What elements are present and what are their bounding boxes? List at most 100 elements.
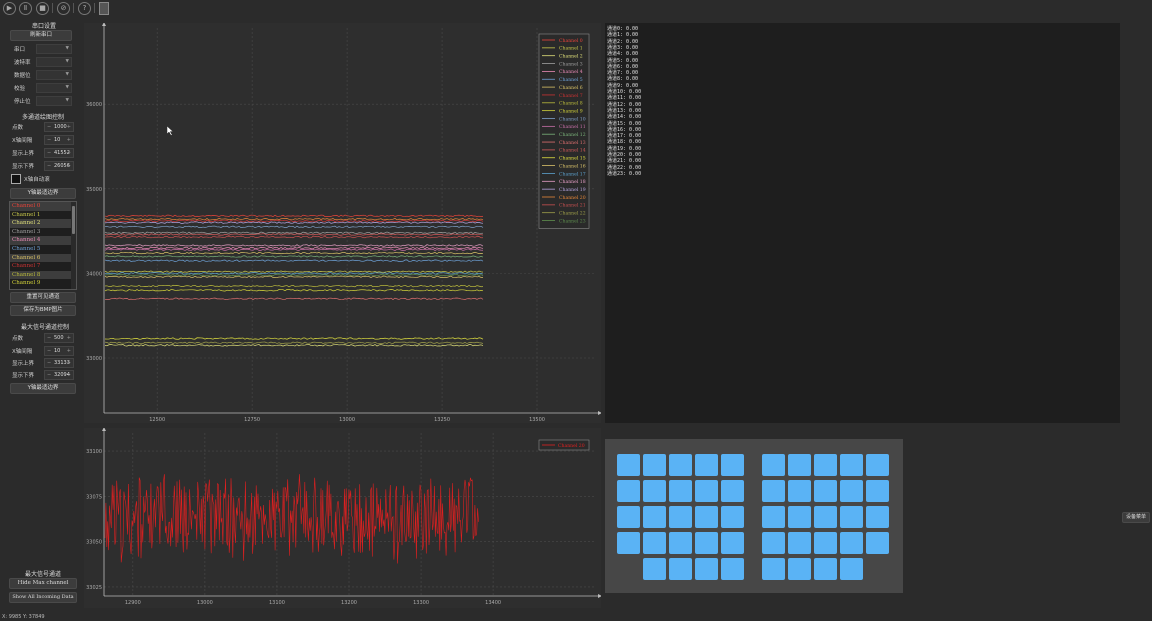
- sensor-key[interactable]: [840, 558, 863, 580]
- max-points-spinbox[interactable]: −500 +: [44, 333, 74, 343]
- sensor-key[interactable]: [669, 532, 692, 554]
- sensor-key[interactable]: [695, 558, 718, 580]
- sensor-key[interactable]: [617, 532, 640, 554]
- sensor-key[interactable]: [788, 454, 811, 476]
- toolbar-separator: [73, 3, 74, 13]
- sensor-key[interactable]: [669, 480, 692, 502]
- sensor-key[interactable]: [814, 506, 837, 528]
- sensor-key[interactable]: [617, 454, 640, 476]
- y-tick-label: 33050: [86, 540, 102, 546]
- sensor-key[interactable]: [643, 506, 666, 528]
- stopbits-select[interactable]: ▼: [36, 96, 72, 106]
- list-item[interactable]: Channel 3: [10, 228, 76, 237]
- sensor-key[interactable]: [695, 506, 718, 528]
- sensor-key[interactable]: [643, 558, 666, 580]
- sensor-key[interactable]: [721, 506, 744, 528]
- sensor-key[interactable]: [866, 506, 889, 528]
- points-spinbox[interactable]: −1000 +: [44, 122, 74, 132]
- parity-select[interactable]: ▼: [36, 83, 72, 93]
- list-item[interactable]: Channel 5: [10, 245, 76, 254]
- stop-icon[interactable]: ■: [36, 2, 49, 15]
- document-icon[interactable]: [99, 2, 109, 15]
- legend-entry: Channel 15: [559, 156, 586, 162]
- sensor-key[interactable]: [788, 480, 811, 502]
- parity-label: 校验: [14, 86, 26, 92]
- list-item[interactable]: Channel 4: [10, 236, 76, 245]
- baud-select[interactable]: ▼: [36, 57, 72, 67]
- sensor-key[interactable]: [695, 480, 718, 502]
- sensor-key[interactable]: [762, 480, 785, 502]
- sensor-key[interactable]: [721, 454, 744, 476]
- sensor-key[interactable]: [721, 480, 744, 502]
- databits-select[interactable]: ▼: [36, 70, 72, 80]
- sensor-key[interactable]: [866, 532, 889, 554]
- sensor-key[interactable]: [814, 454, 837, 476]
- sensor-key[interactable]: [669, 558, 692, 580]
- y-tick-label: 36000: [86, 102, 102, 108]
- multi-channel-chart[interactable]: 12500 12750 13000 13250 13500 33000 34000 35000…: [84, 23, 601, 423]
- clear-icon[interactable]: ⊘: [57, 2, 70, 15]
- sensor-key[interactable]: [695, 532, 718, 554]
- list-item[interactable]: Channel 7: [10, 262, 76, 271]
- sensor-key[interactable]: [695, 454, 718, 476]
- sensor-key[interactable]: [762, 558, 785, 580]
- sensor-key[interactable]: [762, 454, 785, 476]
- sensor-key[interactable]: [721, 532, 744, 554]
- show-all-data-button[interactable]: Show All Incoming Data: [9, 592, 77, 603]
- sensor-key[interactable]: [814, 558, 837, 580]
- sensor-key[interactable]: [669, 454, 692, 476]
- sensor-key[interactable]: [643, 480, 666, 502]
- sensor-key[interactable]: [669, 506, 692, 528]
- list-item[interactable]: Channel 6: [10, 253, 76, 263]
- sensor-key[interactable]: [840, 480, 863, 502]
- sensor-key[interactable]: [721, 558, 744, 580]
- cursor-pointer-icon: [167, 126, 174, 136]
- series-line: [104, 219, 484, 223]
- autoscroll-checkbox[interactable]: [11, 174, 21, 184]
- scrollbar-thumb[interactable]: [72, 206, 75, 234]
- multi-ybound-button[interactable]: Y轴最适边界: [10, 188, 76, 199]
- sensor-key[interactable]: [617, 480, 640, 502]
- list-item[interactable]: Channel 0: [10, 202, 76, 211]
- reset-visible-button[interactable]: 重置可见通道: [10, 292, 76, 303]
- sensor-key[interactable]: [788, 506, 811, 528]
- refresh-serial-button[interactable]: 刷新串口: [10, 30, 72, 41]
- device-menu-button[interactable]: 设备菜单: [1122, 512, 1150, 523]
- sensor-key[interactable]: [643, 532, 666, 554]
- sensor-key[interactable]: [814, 480, 837, 502]
- list-item[interactable]: Channel 8: [10, 270, 76, 280]
- help-icon[interactable]: ?: [78, 2, 91, 15]
- port-select[interactable]: ▼: [36, 44, 72, 54]
- channel-list-scrollbar[interactable]: [71, 202, 76, 289]
- sensor-key[interactable]: [762, 532, 785, 554]
- sensor-key[interactable]: [866, 480, 889, 502]
- sensor-key[interactable]: [617, 506, 640, 528]
- sensor-key[interactable]: [840, 506, 863, 528]
- max-xtick-spinbox[interactable]: −10 +: [44, 346, 74, 356]
- sensor-key[interactable]: [814, 532, 837, 554]
- x-tick-label: 13200: [341, 600, 357, 606]
- sensor-key[interactable]: [643, 454, 666, 476]
- sensor-key[interactable]: [788, 558, 811, 580]
- list-item[interactable]: Channel 9: [10, 279, 76, 288]
- max-ybound-button[interactable]: Y轴最适边界: [10, 383, 76, 394]
- legend-entry: Channel 9: [559, 108, 583, 114]
- pause-icon[interactable]: Ⅱ: [19, 2, 32, 15]
- sensor-key[interactable]: [762, 506, 785, 528]
- max-lower-spinbox[interactable]: −32094 +: [44, 370, 74, 380]
- sensor-key[interactable]: [840, 454, 863, 476]
- sensor-key[interactable]: [788, 532, 811, 554]
- save-bmp-button[interactable]: 保存为BMP图片: [10, 305, 76, 316]
- channel-list[interactable]: Channel 0 Channel 1 Channel 2 Channel 3 …: [9, 201, 77, 290]
- hide-max-channel-button[interactable]: Hide Max channel: [9, 578, 77, 589]
- max-upper-spinbox[interactable]: −33133 +: [44, 358, 74, 368]
- upper-bound-spinbox[interactable]: −41552 +: [44, 148, 74, 158]
- list-item[interactable]: Channel 1: [10, 211, 76, 220]
- list-item[interactable]: Channel 2: [10, 219, 76, 228]
- max-channel-chart[interactable]: 12900 13000 13100 13200 13300 13400 33025 33050…: [84, 428, 601, 608]
- sensor-key[interactable]: [866, 454, 889, 476]
- sensor-key[interactable]: [840, 532, 863, 554]
- play-icon[interactable]: ▶: [3, 2, 16, 15]
- xtick-spinbox[interactable]: −10 +: [44, 135, 74, 145]
- lower-bound-spinbox[interactable]: −26056 +: [44, 161, 74, 171]
